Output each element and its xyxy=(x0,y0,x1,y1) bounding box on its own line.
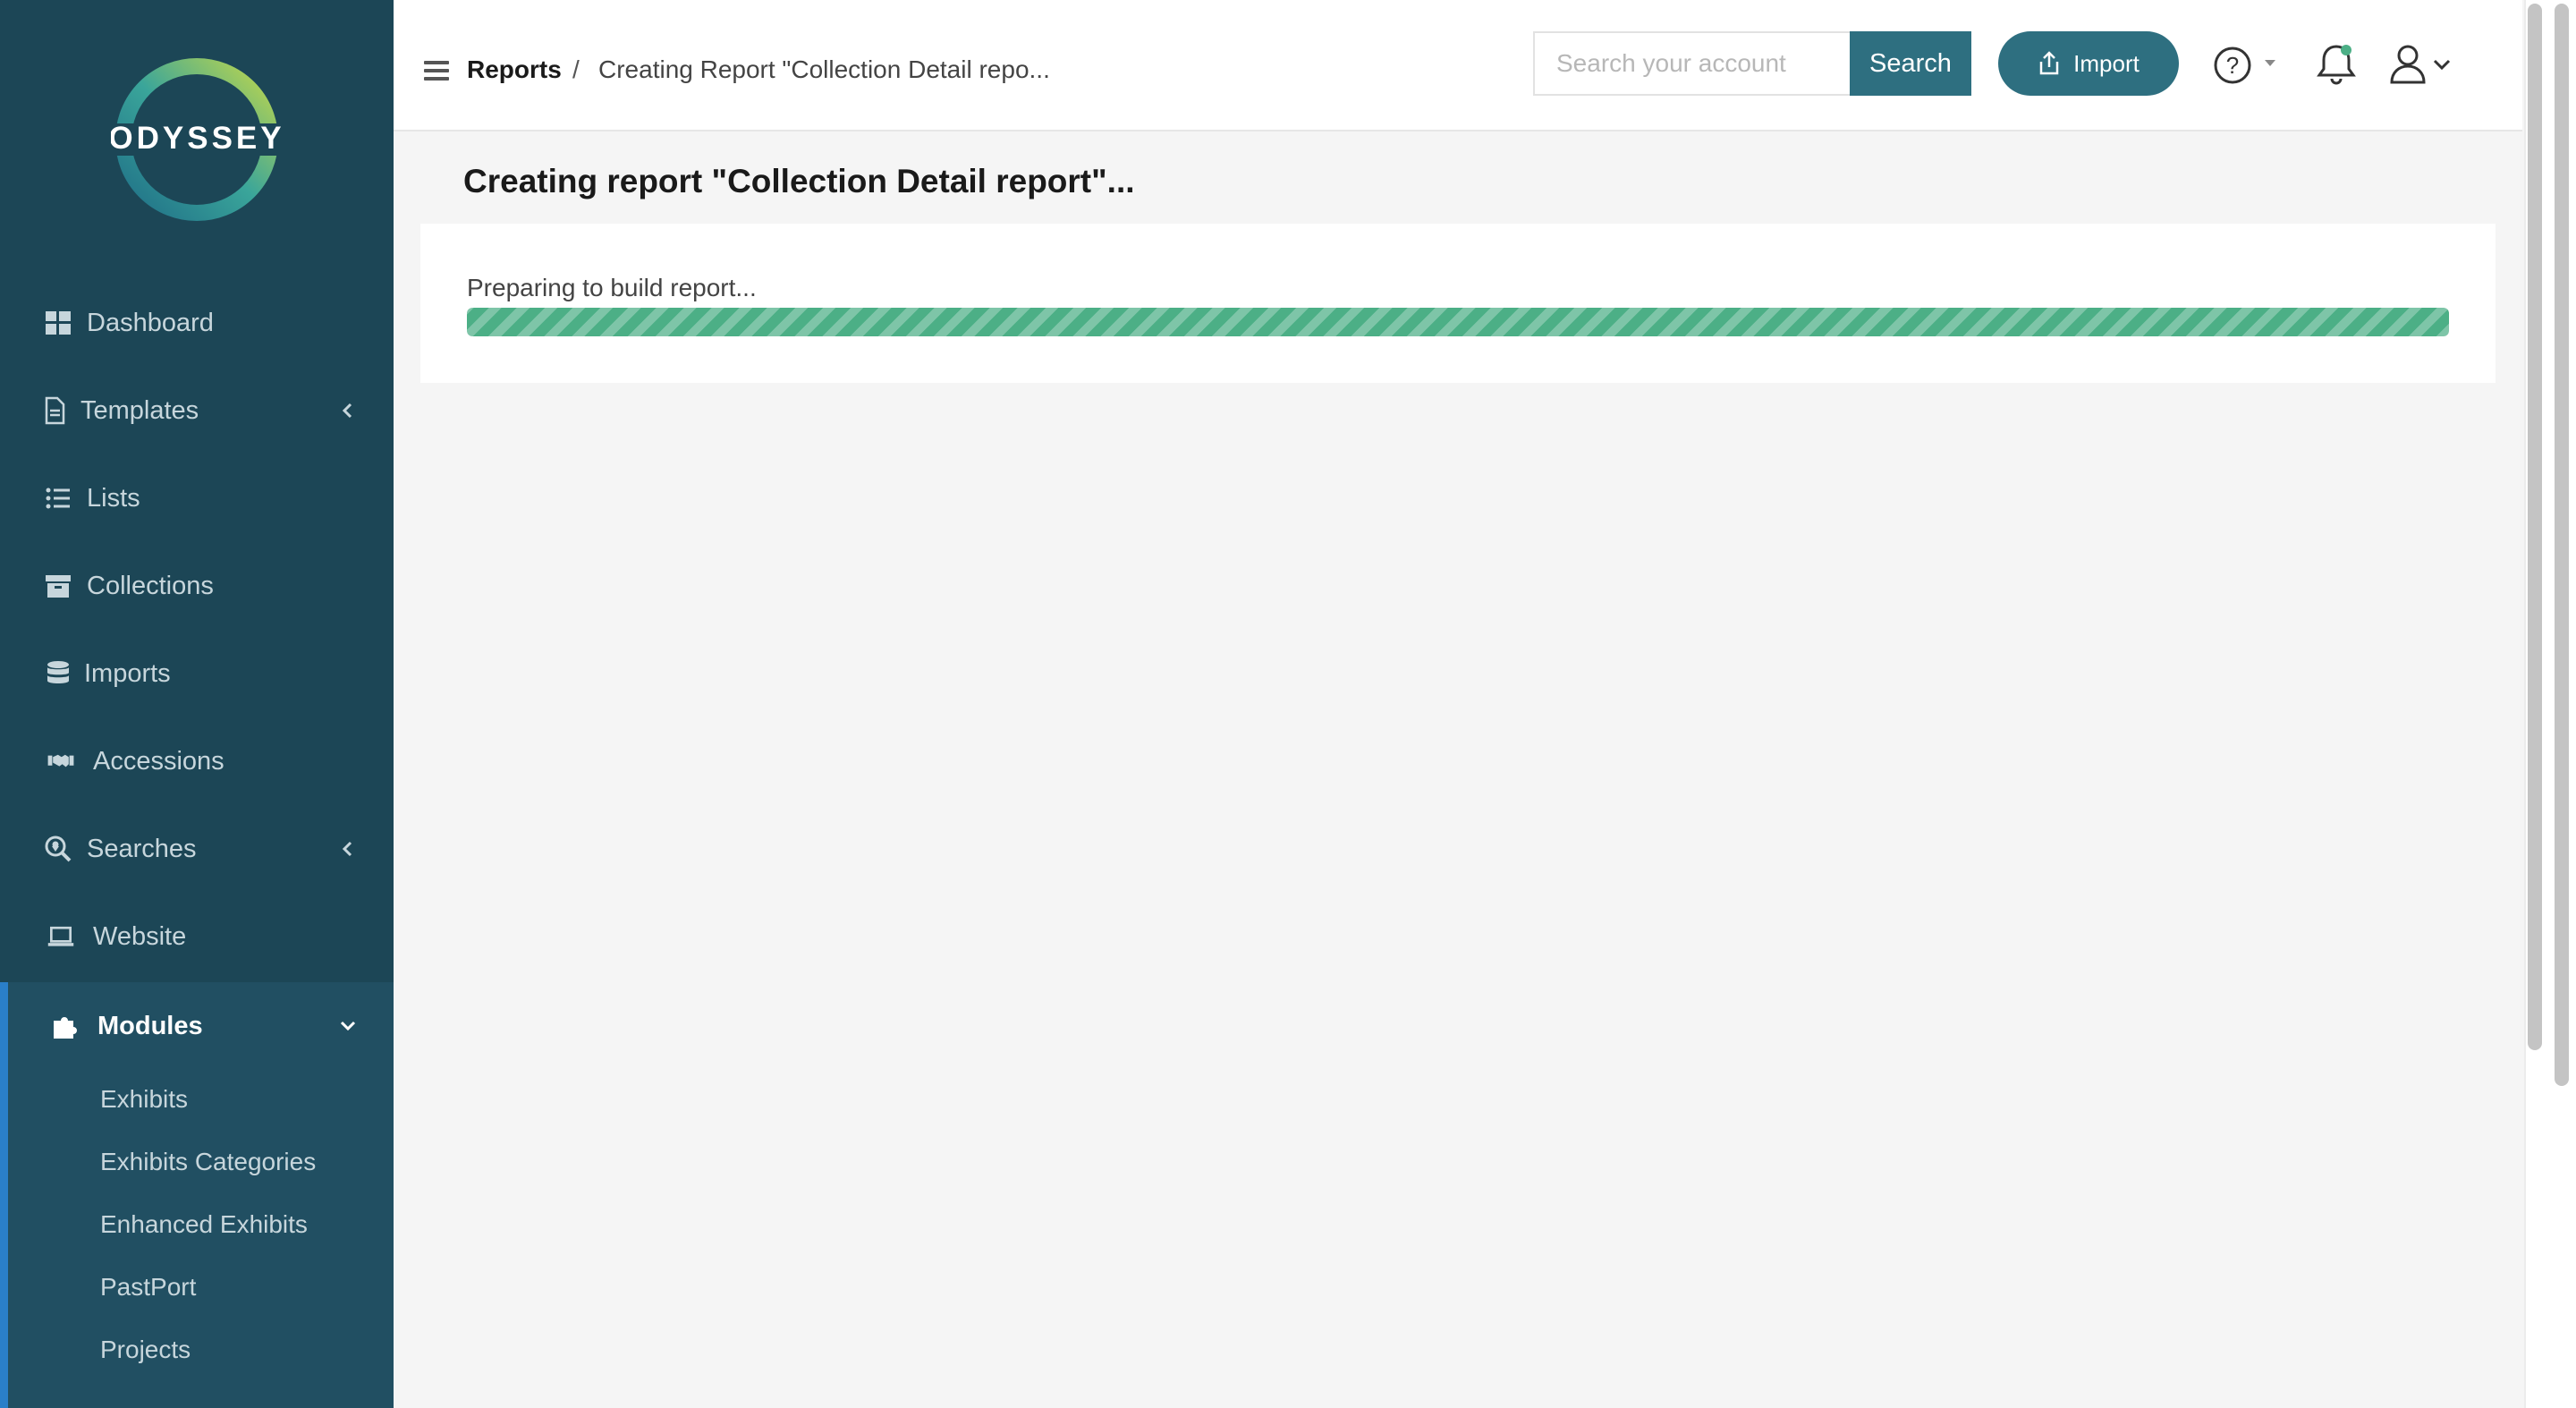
page-scrollbar-thumb[interactable] xyxy=(2555,4,2569,1086)
upload-icon xyxy=(2039,51,2059,75)
database-icon xyxy=(43,658,73,689)
breadcrumb-reports-link[interactable]: Reports xyxy=(467,55,562,84)
sidebar-item-imports[interactable]: Imports xyxy=(0,630,394,717)
page-title: Creating report "Collection Detail repor… xyxy=(463,163,1135,199)
handshake-icon xyxy=(43,746,79,776)
sidebar-subitem-exhibits[interactable]: Exhibits xyxy=(100,1085,188,1114)
notification-dot xyxy=(2341,45,2351,55)
sidebar-item-dashboard[interactable]: Dashboard xyxy=(0,279,394,367)
puzzle-icon xyxy=(50,1011,80,1041)
sidebar-item-label: Templates xyxy=(80,395,199,425)
laptop-icon xyxy=(43,921,79,952)
sidebar-item-label: Collections xyxy=(87,571,214,600)
sidebar-subitem-pastport[interactable]: PastPort xyxy=(100,1273,196,1302)
scrollbar-thumb[interactable] xyxy=(2528,4,2542,1050)
sidebar-item-collections[interactable]: Collections xyxy=(0,542,394,630)
breadcrumb-separator: / xyxy=(572,55,580,83)
chevron-left-icon xyxy=(342,841,352,857)
import-button-label: Import xyxy=(2073,49,2140,77)
odyssey-logo[interactable]: ODYSSEY xyxy=(108,54,283,225)
progress-bar xyxy=(467,308,2449,336)
import-button[interactable]: Import xyxy=(1998,31,2179,96)
search-input[interactable] xyxy=(1533,31,1850,96)
sidebar-item-label: Dashboard xyxy=(87,308,214,337)
dashboard-icon xyxy=(43,308,73,338)
sidebar-item-website[interactable]: Website xyxy=(0,893,394,980)
report-progress-card: Preparing to build report... xyxy=(420,224,2496,383)
top-header: Reports / Creating Report "Collection De… xyxy=(394,0,2522,131)
sidebar-item-searches[interactable]: Searches xyxy=(0,805,394,893)
sidebar-item-label: Website xyxy=(93,921,187,951)
sidebar: ODYSSEY Dashboard Templates Lists Collec… xyxy=(0,0,394,1408)
search-location-icon xyxy=(43,834,73,864)
menu-toggle-icon[interactable] xyxy=(424,61,449,82)
sidebar-subitem-enhanced-exhibits[interactable]: Enhanced Exhibits xyxy=(100,1210,308,1239)
status-text: Preparing to build report... xyxy=(467,274,757,301)
svg-text:?: ? xyxy=(2226,52,2239,79)
sidebar-item-label: Imports xyxy=(84,658,171,688)
sidebar-item-label: Searches xyxy=(87,834,197,863)
breadcrumb-current: Creating Report "Collection Detail repo.… xyxy=(598,55,1050,83)
chevron-down-icon xyxy=(340,1021,356,1031)
chevron-left-icon xyxy=(342,403,352,419)
sidebar-item-label: Lists xyxy=(87,483,140,513)
sidebar-item-accessions[interactable]: Accessions xyxy=(0,717,394,805)
user-icon[interactable] xyxy=(2388,41,2456,88)
sidebar-item-modules[interactable]: Modules xyxy=(0,982,394,1070)
help-icon[interactable]: ? xyxy=(2213,45,2279,86)
sidebar-item-templates[interactable]: Templates xyxy=(0,367,394,454)
sidebar-subitem-exhibits-categories[interactable]: Exhibits Categories xyxy=(100,1148,316,1176)
sidebar-item-label: Modules xyxy=(97,1011,203,1040)
sidebar-item-lists[interactable]: Lists xyxy=(0,454,394,542)
progress-bar-fill xyxy=(467,308,2449,336)
archive-icon xyxy=(43,571,73,601)
sidebar-item-label: Accessions xyxy=(93,746,225,776)
logo-text: ODYSSEY xyxy=(111,121,283,156)
list-icon xyxy=(43,483,73,513)
bell-icon[interactable] xyxy=(2313,41,2360,88)
document-icon xyxy=(39,395,70,426)
search-button[interactable]: Search xyxy=(1850,31,1971,96)
sidebar-subitem-projects[interactable]: Projects xyxy=(100,1336,191,1364)
